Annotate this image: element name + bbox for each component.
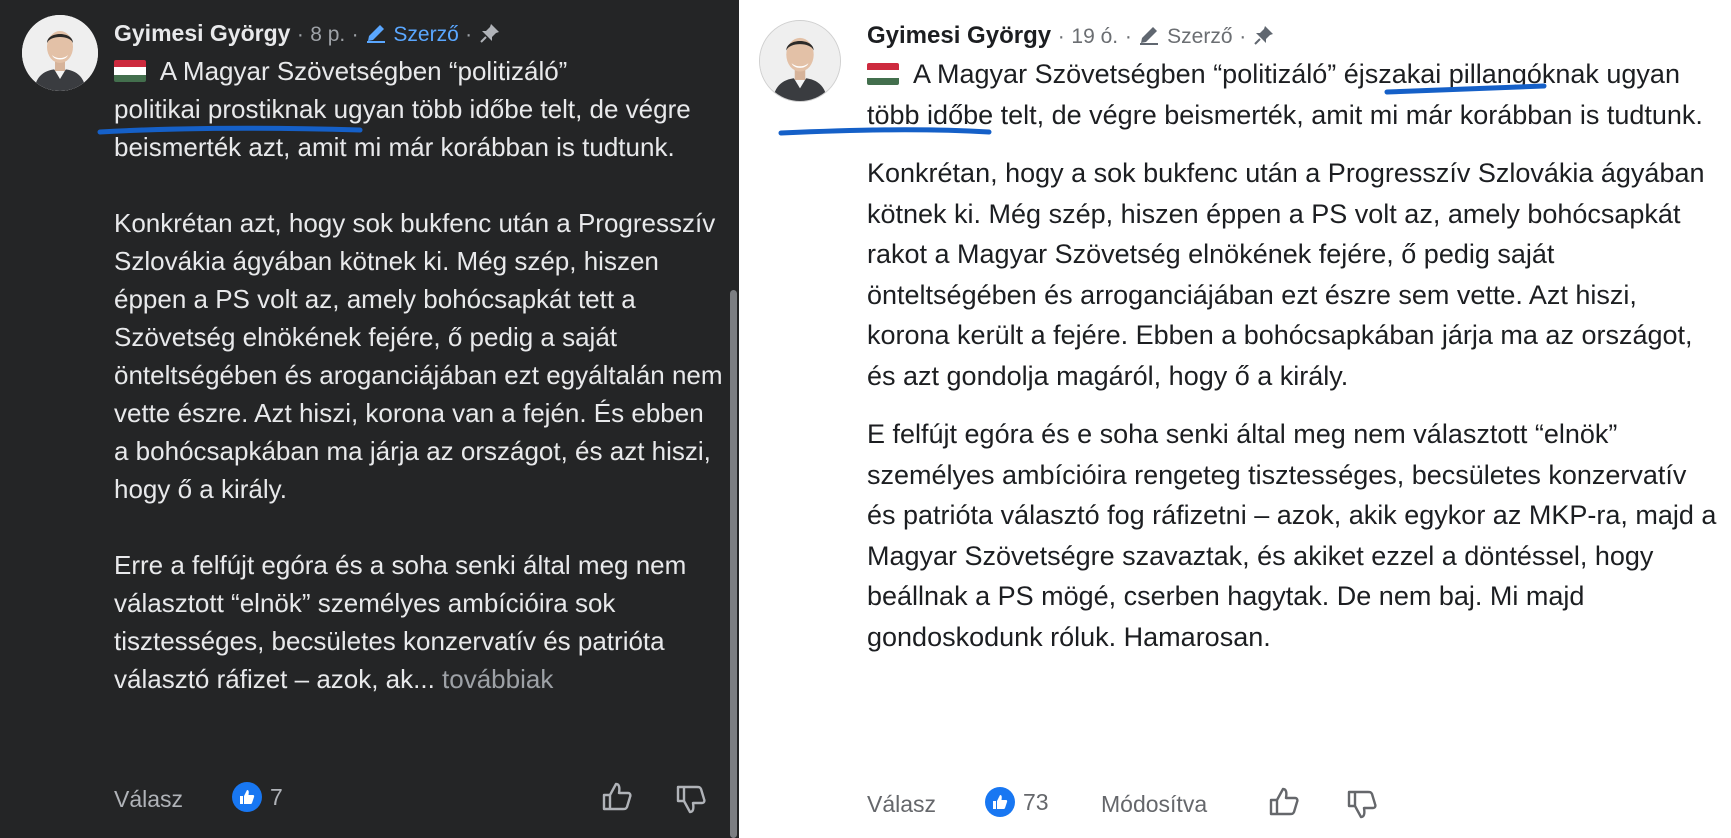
scrollbar[interactable] [730,290,737,838]
reply-button[interactable]: Válasz [867,791,936,818]
separator: · [351,23,359,46]
highlighted-phrase: éjszakai pillangóknak [1343,59,1599,89]
comment-paragraph: E felfújt egóra és e soha senki által me… [867,419,1717,652]
highlighted-phrase: politikai prostiknak [114,94,327,124]
like-button[interactable] [1267,785,1301,819]
timestamp[interactable]: 19 ó. [1071,25,1118,48]
avatar-portrait-icon [760,21,840,101]
like-button[interactable] [600,780,634,814]
like-count: 73 [1023,788,1049,815]
reply-button[interactable]: Válasz [114,786,183,813]
separator: · [465,23,473,46]
pin-icon [1254,26,1273,45]
comment-body: A Magyar Szövetségben “politizáló” éjsza… [867,54,1717,675]
comment-panel-dark: Gyimesi György · 8 p. · Szerző · A Magya… [0,0,739,838]
dislike-button[interactable] [1345,787,1379,821]
thumbs-up-icon [602,782,632,811]
thumbs-down-icon [676,785,706,814]
author-name[interactable]: Gyimesi György [867,22,1051,49]
comment-paragraph: A Magyar Szövetségben “politizáló” éjsza… [867,59,1703,130]
thumbs-down-icon [1347,790,1377,819]
author-badge: Szerző [1167,25,1233,48]
separator: · [296,23,304,46]
like-count: 7 [270,783,283,810]
author-badge: Szerző [393,23,459,46]
author-name[interactable]: Gyimesi György [114,20,290,46]
pin-icon [479,24,499,43]
like-badge-icon [232,782,262,812]
comment-body: A Magyar Szövetségben “politizáló” politi… [114,52,724,698]
edited-label: Módosítva [1101,791,1208,817]
like-badge-icon [985,787,1015,817]
separator: · [1239,25,1247,48]
reaction-count[interactable]: 73 [985,787,1049,817]
timestamp[interactable]: 8 p. [310,23,345,46]
pencil-icon [367,25,386,43]
avatar-portrait-icon [22,15,98,91]
separator: · [1124,25,1132,48]
avatar[interactable] [22,15,98,91]
pencil-icon [1140,27,1159,45]
comment-paragraph: A Magyar Szövetségben “politizáló” politi… [114,56,691,162]
avatar[interactable] [759,20,841,102]
comment-panel-light: Gyimesi György · 19 ó. · Szerző · A Magy… [739,0,1731,838]
dislike-button[interactable] [674,782,708,816]
comment-header: Gyimesi György · 8 p. · Szerző · [114,17,501,51]
see-more-link[interactable]: továbbiak [435,664,553,694]
thumbs-up-icon [1269,787,1299,816]
hungary-flag-icon [114,60,146,82]
hungary-flag-icon [867,63,899,85]
comment-paragraph: Konkrétan, hogy a sok bukfenc után a Pro… [867,158,1705,391]
comment-paragraph: Konkrétan azt, hogy sok bukfenc után a P… [114,208,723,504]
comment-header: Gyimesi György · 19 ó. · Szerző · [867,19,1275,54]
comment-actions: Válasz 7 [114,780,714,820]
comment-actions: Válasz 73 Módosítva [867,785,1467,827]
comment-paragraph: Erre a felfújt egóra és a soha senki ált… [114,550,687,694]
reaction-count[interactable]: 7 [232,782,283,812]
separator: · [1057,25,1065,48]
